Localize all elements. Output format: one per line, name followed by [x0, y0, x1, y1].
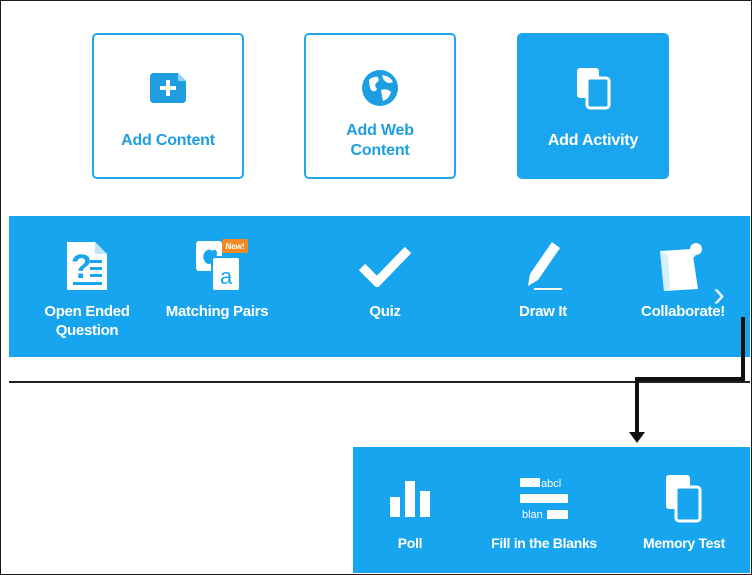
connector-line [635, 377, 639, 434]
add-content-label: Add Content [121, 132, 215, 149]
activity-toolbar: ? Open Ended Question a New! Matching Pa… [9, 216, 750, 357]
checkmark-icon [345, 240, 425, 292]
svg-text:a: a [220, 264, 233, 289]
activity-memory-test[interactable]: Memory Test [619, 447, 749, 573]
memory-cards-icon [619, 475, 749, 523]
add-web-content-button[interactable]: Add Web Content [304, 33, 456, 179]
quiz-label: Quiz [369, 303, 401, 320]
activity-fill-in-the-blanks[interactable]: abcl blan Fill in the Blanks [479, 447, 609, 573]
add-content-button[interactable]: Add Content [92, 33, 244, 179]
collaborate-label: Collaborate! [641, 303, 725, 320]
fill-in-the-blanks-label: Fill in the Blanks [491, 535, 597, 551]
globe-icon [360, 69, 400, 107]
matching-pairs-icon: a New! [177, 239, 257, 292]
add-activity-button[interactable]: Add Activity [517, 33, 669, 179]
pinned-note-icon [643, 240, 723, 292]
svg-text:abcl: abcl [541, 478, 561, 490]
open-ended-question-label: Open Ended Question [44, 303, 130, 339]
activity-poll[interactable]: Poll [345, 447, 475, 573]
draw-it-label: Draw It [519, 303, 567, 320]
fill-blanks-icon: abcl blan [479, 475, 609, 523]
activity-draw-it[interactable]: Draw It [487, 216, 599, 357]
add-content-icon [148, 69, 188, 107]
more-activities-panel: Poll abcl blan Fill in the Blanks Memory… [353, 447, 750, 573]
activity-matching-pairs[interactable]: a New! Matching Pairs [161, 216, 273, 357]
add-activity-label: Add Activity [547, 132, 639, 149]
add-web-content-label: Add Web Content [346, 122, 414, 159]
next-arrow-icon[interactable]: › [713, 276, 725, 312]
activity-quiz[interactable]: Quiz [329, 216, 441, 357]
svg-text:?: ? [71, 248, 92, 286]
connector-arrowhead-icon [629, 432, 645, 443]
activity-open-ended-question[interactable]: ? Open Ended Question [31, 216, 143, 357]
connector-line [741, 317, 745, 379]
poll-label: Poll [397, 535, 423, 551]
memory-test-label: Memory Test [642, 535, 726, 551]
new-badge: New! [225, 242, 244, 251]
svg-text:blan: blan [522, 509, 543, 521]
bar-chart-icon [345, 475, 475, 523]
matching-pairs-label: Matching Pairs [165, 303, 269, 320]
activity-cards-icon [575, 68, 611, 110]
pencil-icon [503, 240, 583, 292]
question-document-icon: ? [47, 240, 127, 292]
connector-line [635, 377, 745, 381]
